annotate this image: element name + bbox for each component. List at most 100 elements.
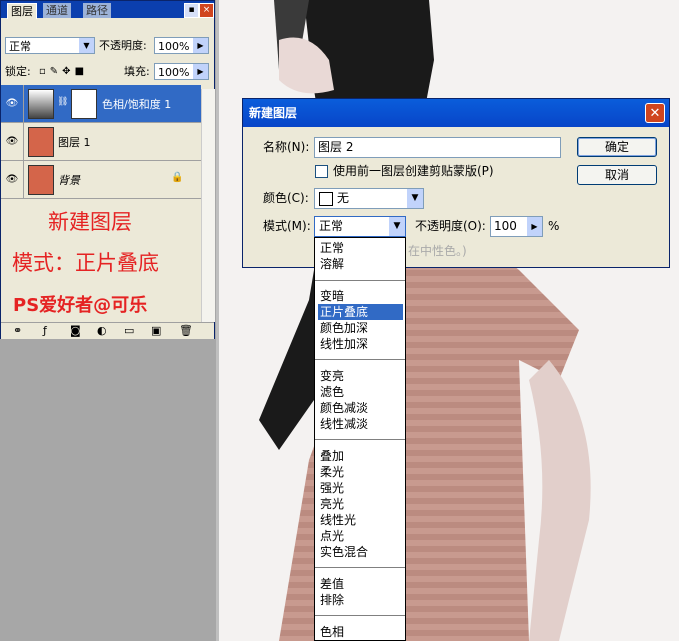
chevron-down-icon: ▼ [407,189,423,208]
dialog-opacity-label: 不透明度(O): [415,219,486,233]
close-icon[interactable]: × [199,3,214,18]
menu-separator [315,280,405,281]
link-icon[interactable]: ⛓ [57,97,68,107]
layer-row-layer1[interactable]: 👁 图层 1 [1,123,201,161]
chevron-down-icon: ▼ [389,217,405,236]
blend-mode-select[interactable]: 正常 ▼ [5,37,95,54]
color-label: 颜色(C): [263,191,309,205]
mode-option[interactable]: 点光 [318,528,403,544]
adjustment-thumbnail [28,89,54,119]
mode-option[interactable]: 溶解 [318,256,403,272]
tab-layers[interactable]: 图层 [7,3,37,19]
layer-name: 色相/饱和度 1 [102,98,172,111]
arrow-right-icon[interactable]: ▶ [192,38,208,53]
mode-select[interactable]: 正常 ▼ [314,216,406,237]
lock-transparent-icon[interactable]: ▫ [39,66,50,77]
mask-thumbnail[interactable] [71,89,97,119]
mask-icon[interactable]: ◙ [70,325,81,337]
link-layers-icon[interactable]: ⚭ [13,325,22,337]
menu-separator [315,615,405,616]
layer-name: 图层 1 [58,136,91,149]
color-value: 无 [337,191,350,205]
opacity-unit: % [548,219,560,233]
layer-row-hue-saturation[interactable]: 👁 ⛓ 色相/饱和度 1 [1,85,201,123]
mode-option-highlighted[interactable]: 正片叠底 [318,304,403,320]
mode-option[interactable]: 实色混合 [318,544,403,560]
clip-mask-checkbox[interactable] [315,165,328,178]
cancel-button[interactable]: 取消 [577,165,657,185]
menu-separator [315,567,405,568]
color-select[interactable]: 无 ▼ [314,188,424,209]
close-icon[interactable]: ✕ [645,103,665,123]
mode-option[interactable]: 正常 [318,240,403,256]
mode-option[interactable]: 颜色加深 [318,320,403,336]
lock-move-icon[interactable]: ✥ [62,66,74,77]
mode-option[interactable]: 线性加深 [318,336,403,352]
mode-option[interactable]: 滤色 [318,384,403,400]
photo-image [259,0,591,641]
tab-paths[interactable]: 路径 [83,3,111,18]
opacity-label: 不透明度: [99,39,147,52]
arrow-right-icon[interactable]: ▶ [527,217,542,236]
hint-text: 在中性色。) [408,244,467,258]
layer-thumbnail [28,165,54,195]
mode-label: 模式(M): [263,219,311,233]
fill-value: 100% [158,66,190,79]
annotation-line2: 模式：正片叠底 [12,251,159,275]
mode-value: 正常 [319,219,344,233]
lock-icons[interactable]: ▫✎✥■ [39,66,88,77]
layer-thumbnail [28,127,54,157]
mode-dropdown-list: 正常 溶解 变暗 正片叠底 颜色加深 线性加深 变亮 滤色 颜色减淡 线性减淡 … [314,237,406,641]
mode-option[interactable]: 变暗 [318,288,403,304]
dialog-title: 新建图层 [243,99,669,127]
document-canvas[interactable] [219,0,679,641]
opacity-input[interactable]: 100% ▶ [154,37,209,54]
lock-label: 锁定: [5,65,31,78]
panel-tab-bar: 图层 通道 路径 ▪ × [1,1,214,19]
eye-icon[interactable]: 👁 [1,161,24,198]
fill-input[interactable]: 100% ▶ [154,63,209,80]
minimize-icon[interactable]: ▪ [184,3,199,18]
eye-icon[interactable]: 👁 [1,85,24,122]
mode-option[interactable]: 强光 [318,480,403,496]
layer-style-icon[interactable]: ƒ [43,325,47,337]
color-swatch [319,191,333,206]
layers-scrollbar[interactable] [201,89,215,322]
menu-separator [315,359,405,360]
mode-option[interactable]: 排除 [318,592,403,608]
trash-icon[interactable]: 🗑 [179,325,193,337]
tab-channels[interactable]: 通道 [43,3,71,18]
lock-all-icon[interactable]: ■ [75,66,88,77]
mode-option[interactable]: 柔光 [318,464,403,480]
name-label: 名称(N): [263,140,310,154]
mode-option[interactable]: 线性减淡 [318,416,403,432]
mode-option[interactable]: 线性光 [318,512,403,528]
new-layer-icon[interactable]: ▣ [151,325,161,337]
mode-option[interactable]: 亮光 [318,496,403,512]
layers-panel: 图层 通道 路径 ▪ × 正常 ▼ 不透明度: 100% ▶ 锁定: ▫✎✥■ … [0,0,215,339]
name-field[interactable]: 图层 2 [314,137,561,158]
adjustment-icon[interactable]: ◐ [97,325,107,337]
mode-option[interactable]: 色相 [318,624,403,640]
new-layer-dialog: 新建图层 ✕ 名称(N): 图层 2 确定 取消 使用前一图层创建剪贴蒙版(P)… [242,98,670,268]
panel-toolbar: ⚭ ƒ ◙ ◐ ▭ ▣ 🗑 [1,322,214,339]
chevron-down-icon: ▼ [78,38,94,53]
mode-option[interactable]: 变亮 [318,368,403,384]
mode-option[interactable]: 颜色减淡 [318,400,403,416]
menu-separator [315,439,405,440]
ok-button[interactable]: 确定 [577,137,657,157]
clip-mask-label: 使用前一图层创建剪贴蒙版(P) [333,164,494,178]
eye-icon[interactable]: 👁 [1,123,24,160]
layer-row-background[interactable]: 👁 背景 🔒 [1,161,201,199]
lock-icon: 🔒 [171,172,184,183]
annotation-line1: 新建图层 [48,210,132,234]
annotation-line3: PS爱好者@可乐 [13,295,148,316]
lock-brush-icon[interactable]: ✎ [50,66,62,77]
mode-option[interactable]: 差值 [318,576,403,592]
blend-mode-value: 正常 [9,40,31,53]
dialog-opacity-field[interactable]: 100 ▶ [490,216,543,237]
mode-option[interactable]: 叠加 [318,448,403,464]
opacity-value: 100% [158,40,190,53]
arrow-right-icon[interactable]: ▶ [192,64,208,79]
folder-icon[interactable]: ▭ [124,325,134,337]
